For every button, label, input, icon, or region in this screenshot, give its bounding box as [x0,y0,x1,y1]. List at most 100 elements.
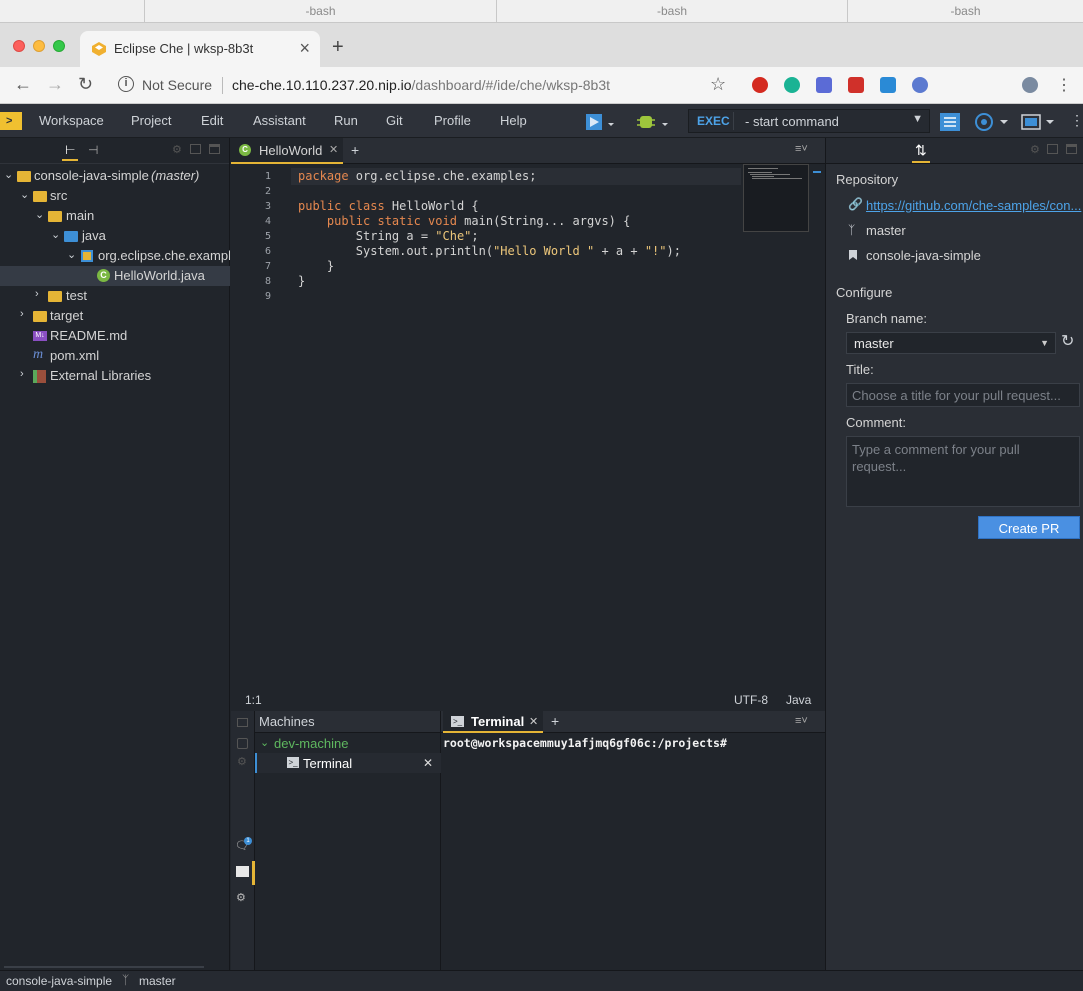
add-terminal-icon[interactable]: + [551,713,559,729]
close-window-button[interactable] [13,40,25,52]
editor-tab-helloworld[interactable]: C HelloWorld ✕ [231,138,343,164]
menu-git[interactable]: Git [386,113,403,128]
run-button[interactable] [584,112,620,132]
add-tab-icon[interactable]: + [351,142,359,158]
che-favicon-icon [92,42,106,56]
line-number: 5 [264,231,271,242]
close-icon[interactable]: ✕ [423,756,433,770]
terminal-tab[interactable]: >_ Terminal ✕ [443,711,543,733]
horizontal-scrollbar[interactable] [4,966,204,968]
restore-icon[interactable] [190,144,201,154]
tree-item-test[interactable]: › test [0,286,230,306]
close-icon[interactable]: ✕ [529,715,538,728]
tree-item-main[interactable]: ⌄ main [0,206,230,226]
title-label: Title: [846,362,874,377]
create-pr-button[interactable]: Create PR [978,516,1080,539]
menu-profile[interactable]: Profile [434,113,471,128]
tree-item-external-libraries[interactable]: › External Libraries [0,366,230,386]
browser-menu-icon[interactable]: ⋮ [1056,75,1072,95]
new-tab-button[interactable]: + [332,36,344,59]
line-number: 7 [264,261,271,272]
tree-item-target[interactable]: › target [0,306,230,326]
folder-icon [33,191,47,202]
tree-item-pom[interactable]: m pom.xml [0,346,230,366]
machine-row[interactable]: ⌄ dev-machine [255,733,441,753]
info-icon[interactable]: i [118,76,134,92]
browser-tab-close-icon[interactable]: × [299,38,310,59]
r-extension-icon[interactable] [816,77,832,93]
terminal-prompt[interactable]: root@workspacemmuy1afjmq6gf06c:/projects… [443,736,727,750]
tree-view-icon[interactable]: ⊢ [62,143,79,161]
menu-run[interactable]: Run [334,113,358,128]
debug-bug-icon[interactable]: ⚙ [236,891,246,904]
browser-tab[interactable]: Eclipse Che | wksp-8b3t × [80,31,320,67]
repository-url-link[interactable]: https://github.com/che-samples/con... [866,198,1081,213]
status-branch[interactable]: master [139,974,176,988]
branch-name-label: Branch name: [846,311,927,326]
branch-select[interactable]: master ▼ [846,332,1056,354]
more-menu-icon[interactable]: ⋮ [1070,112,1083,129]
menu-help[interactable]: Help [500,113,527,128]
status-project[interactable]: console-java-simple [6,974,112,988]
selected-command: - start command [745,114,839,129]
terminal-menu-icon[interactable]: ≡˅ [795,715,808,727]
monitor-icon[interactable] [1020,112,1060,132]
minimize-panel-icon[interactable] [209,144,220,154]
url-bar[interactable]: i Not Secure che-che.10.110.237.20.nip.i… [110,71,740,99]
console-icon[interactable] [236,866,249,877]
b-extension-icon[interactable] [880,77,896,93]
bash-tab-3[interactable]: -bash [847,0,1083,23]
pull-request-icon[interactable]: ⇅ [912,142,930,163]
minimize-panel-icon[interactable] [1066,144,1077,154]
tree-root-project[interactable]: ⌄ console-java-simple (master) [0,166,230,186]
panel-icon[interactable] [237,718,248,727]
tree-item-package[interactable]: ⌄ org.eclipse.che.examples [0,246,230,266]
bash-tab-1[interactable]: -bash [144,0,496,23]
tree-item-helloworld-java[interactable]: C HelloWorld.java [0,266,230,286]
target-icon[interactable] [974,112,1014,132]
tree-item-readme[interactable]: M↓ README.md [0,326,230,346]
editor-tab-bar: C HelloWorld ✕ + ≡˅ [231,138,825,164]
m-extension-icon[interactable] [784,77,800,93]
comment-label: Comment: [846,415,906,430]
comment-textarea[interactable]: Type a comment for your pull request... [846,436,1080,507]
command-selector[interactable]: EXEC - start command ▼ [688,109,930,133]
settings-gear-icon[interactable]: ⚙ [172,143,182,156]
menu-assistant[interactable]: Assistant [253,113,306,128]
zoom-window-button[interactable] [53,40,65,52]
menu-workspace[interactable]: Workspace [39,113,104,128]
list-icon[interactable] [938,112,962,132]
file-encoding[interactable]: UTF-8 [734,693,768,707]
reload-icon[interactable]: ↻ [78,74,93,95]
debug-button[interactable] [636,112,672,132]
editor-menu-icon[interactable]: ≡˅ [795,143,808,155]
link-icon: 🔗 [848,197,863,211]
refresh-icon[interactable]: ↻ [1061,331,1074,351]
bookmark-star-icon[interactable]: ☆ [710,74,726,95]
gear-icon[interactable]: ⚙ [237,755,247,768]
title-input[interactable]: Choose a title for your pull request... [846,383,1080,407]
file-language[interactable]: Java [786,693,811,707]
opera-extension-icon[interactable] [752,77,768,93]
collapse-icon[interactable]: ⊣ [88,143,98,157]
close-icon[interactable]: ✕ [329,143,338,156]
profile-avatar[interactable] [1022,77,1038,93]
settings-gear-icon[interactable]: ⚙ [1030,143,1040,156]
w-extension-icon[interactable] [912,77,928,93]
tree-item-java[interactable]: ⌄ java [0,226,230,246]
save-icon[interactable] [237,738,248,749]
code-editor[interactable]: 1 2 3 4 5 6 7 8 9 package org.eclipse.ch… [231,164,825,690]
forward-icon[interactable]: → [46,74,64,95]
che-logo-icon[interactable]: > [0,112,22,130]
bash-tab-2[interactable]: -bash [496,0,847,23]
restore-icon[interactable] [1047,144,1058,154]
adblock-extension-icon[interactable] [848,77,864,93]
machine-terminal-row[interactable]: >_ Terminal ✕ [255,753,441,773]
tree-item-src[interactable]: ⌄ src [0,186,230,206]
menu-project[interactable]: Project [131,113,171,128]
minimize-window-button[interactable] [33,40,45,52]
minimap[interactable] [743,164,809,232]
menu-edit[interactable]: Edit [201,113,223,128]
back-icon[interactable]: ← [14,74,32,95]
url-text[interactable]: che-che.10.110.237.20.nip.io/dashboard/#… [232,77,610,93]
